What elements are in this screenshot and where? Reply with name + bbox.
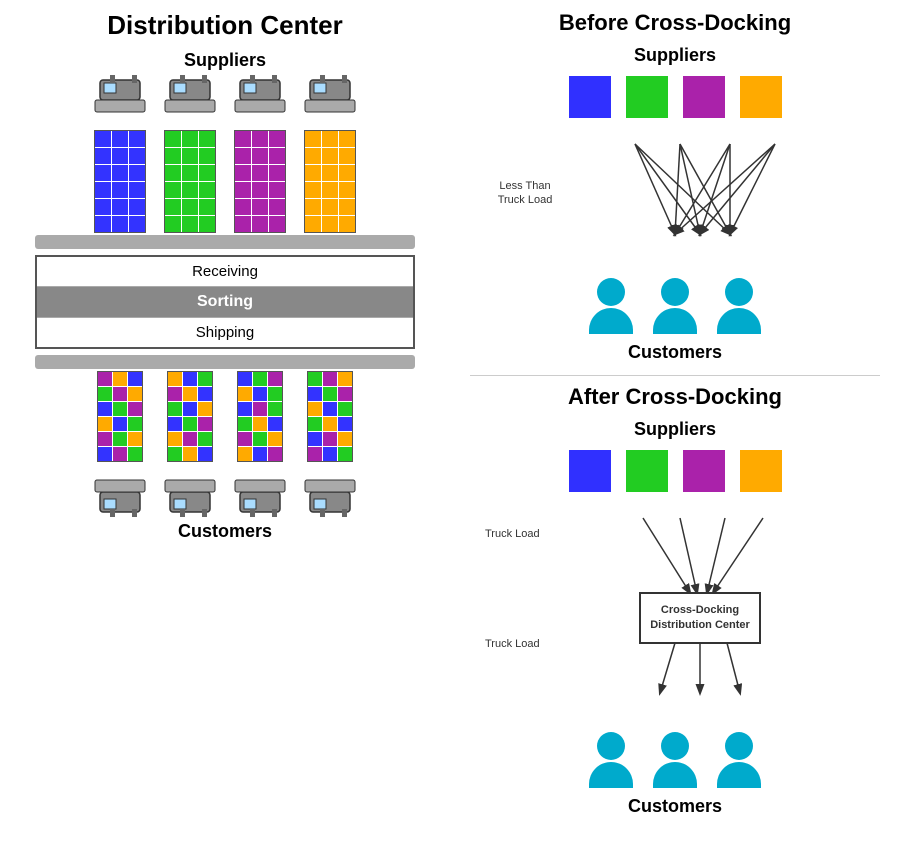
customers-label-left: Customers <box>178 521 272 542</box>
left-panel: Distribution Center Suppliers <box>0 0 450 860</box>
person-head-before-3 <box>725 278 753 306</box>
customer-truck-icon-3 <box>230 462 290 517</box>
person-body-after-2 <box>653 762 697 788</box>
truck-icon-green <box>160 75 220 130</box>
svg-text:Distribution Center: Distribution Center <box>650 619 750 631</box>
dc-box: Receiving Sorting Shipping <box>35 255 415 349</box>
customer-truck-icon-1 <box>90 462 150 517</box>
customer-truck-1 <box>90 371 150 517</box>
svg-text:Cross-Docking: Cross-Docking <box>661 604 739 616</box>
supplier-squares-before <box>569 76 782 118</box>
left-title: Distribution Center <box>107 10 342 41</box>
person-body-before-2 <box>653 308 697 334</box>
customers-label-after: Customers <box>628 796 722 817</box>
supplier-squares-after <box>569 450 782 492</box>
customer-person-before-1 <box>589 278 633 334</box>
before-network-area: Less ThanTruck Load <box>485 124 865 274</box>
truck-blue <box>90 75 150 233</box>
person-body-before-1 <box>589 308 633 334</box>
customer-truck-2 <box>160 371 220 517</box>
person-head-before-1 <box>597 278 625 306</box>
conveyor-bar-bottom <box>35 355 415 369</box>
supplier-square-green <box>626 76 668 118</box>
person-body-before-3 <box>717 308 761 334</box>
after-network-svg: Cross-Docking Distribution Center <box>485 498 865 728</box>
truck-icon-orange <box>300 75 360 130</box>
person-body-after-1 <box>589 762 633 788</box>
customers-row-after <box>589 732 761 788</box>
right-panel: Before Cross-Docking Suppliers Less Than… <box>450 0 900 860</box>
cargo-grid-green <box>164 130 216 233</box>
after-supplier-square-green <box>626 450 668 492</box>
customer-person-before-3 <box>717 278 761 334</box>
dc-shipping: Shipping <box>37 318 413 347</box>
person-body-after-3 <box>717 762 761 788</box>
customer-truck-3 <box>230 371 290 517</box>
person-head-after-2 <box>661 732 689 760</box>
truck-green <box>160 75 220 233</box>
person-head-after-3 <box>725 732 753 760</box>
cargo-grid-purple <box>234 130 286 233</box>
customer-truck-4 <box>300 371 360 517</box>
after-title: After Cross-Docking <box>568 384 782 410</box>
suppliers-label-after: Suppliers <box>634 419 716 440</box>
truck-icon-blue <box>90 75 150 130</box>
truck-purple <box>230 75 290 233</box>
before-network-svg <box>485 124 865 274</box>
supplier-square-orange <box>740 76 782 118</box>
after-supplier-square-blue <box>569 450 611 492</box>
person-head-before-2 <box>661 278 689 306</box>
supplier-trucks-row <box>90 75 360 233</box>
customer-person-after-1 <box>589 732 633 788</box>
after-network-area: Truck Load Truck Load Cross-Docking Dist… <box>485 498 865 728</box>
customers-label-before: Customers <box>628 342 722 363</box>
after-supplier-square-purple <box>683 450 725 492</box>
customer-person-after-3 <box>717 732 761 788</box>
customer-person-after-2 <box>653 732 697 788</box>
cargo-grid-orange <box>304 130 356 233</box>
mixed-cargo-2 <box>167 371 213 462</box>
customers-row-before <box>589 278 761 334</box>
customer-truck-icon-4 <box>300 462 360 517</box>
customer-trucks-row <box>90 371 360 517</box>
cargo-grid-blue <box>94 130 146 233</box>
suppliers-label-left: Suppliers <box>184 50 266 71</box>
before-title: Before Cross-Docking <box>559 10 791 36</box>
mixed-cargo-1 <box>97 371 143 462</box>
person-head-after-1 <box>597 732 625 760</box>
separator <box>470 375 880 376</box>
supplier-square-blue <box>569 76 611 118</box>
after-supplier-square-orange <box>740 450 782 492</box>
customer-person-before-2 <box>653 278 697 334</box>
suppliers-label-before: Suppliers <box>634 45 716 66</box>
mixed-cargo-4 <box>307 371 353 462</box>
supplier-square-purple <box>683 76 725 118</box>
dc-sorting: Sorting <box>37 287 413 318</box>
truck-icon-purple <box>230 75 290 130</box>
dc-receiving: Receiving <box>37 257 413 287</box>
mixed-cargo-3 <box>237 371 283 462</box>
customer-truck-icon-2 <box>160 462 220 517</box>
conveyor-bar-top <box>35 235 415 249</box>
truck-orange <box>300 75 360 233</box>
